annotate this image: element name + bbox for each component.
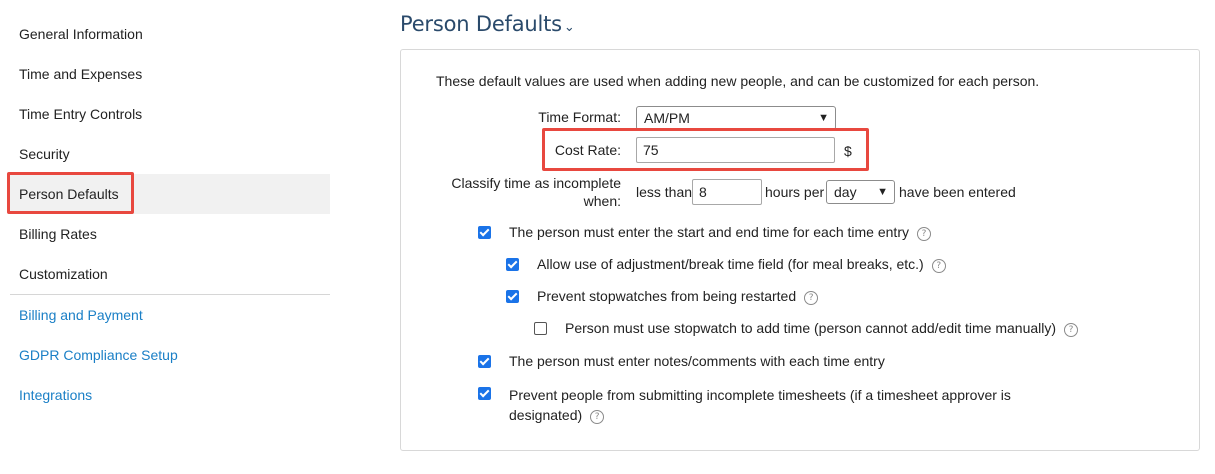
incomplete-suffix: have been entered xyxy=(899,184,1016,200)
intro-text: These default values are used when addin… xyxy=(436,73,1040,89)
incomplete-label-line2: when: xyxy=(583,193,621,209)
checkbox-require-stopwatch[interactable] xyxy=(534,322,547,335)
chevron-down-icon: ▼ xyxy=(877,186,888,198)
sidebar-item-time-entry-controls[interactable]: Time Entry Controls xyxy=(10,94,330,134)
checkbox-allow-break-time[interactable] xyxy=(506,258,519,271)
chevron-down-icon[interactable]: ⌄ xyxy=(564,20,575,35)
period-select[interactable]: day ▼ xyxy=(826,180,895,204)
hours-input[interactable]: 8 xyxy=(692,179,762,205)
sidebar-item-billing-rates[interactable]: Billing Rates xyxy=(10,214,330,254)
page-title-text: Person Defaults xyxy=(400,12,562,36)
sidebar-item-time-and-expenses[interactable]: Time and Expenses xyxy=(10,54,330,94)
checkbox-label-require-notes: The person must enter notes/comments wit… xyxy=(509,353,885,369)
sidebar-link-billing-and-payment[interactable]: Billing and Payment xyxy=(10,295,330,335)
highlight-box-cost-rate xyxy=(542,128,869,171)
help-icon[interactable]: ? xyxy=(916,227,931,241)
sidebar-item-security[interactable]: Security xyxy=(10,134,330,174)
checkbox-prevent-incomplete-submit[interactable] xyxy=(478,387,491,400)
help-icon[interactable]: ? xyxy=(590,410,605,424)
checkbox-label-allow-break-time: Allow use of adjustment/break time field… xyxy=(537,256,946,273)
checkbox-label-require-stopwatch: Person must use stopwatch to add time (p… xyxy=(565,320,1079,337)
checkbox-require-notes[interactable] xyxy=(478,355,491,368)
sidebar-item-customization[interactable]: Customization xyxy=(10,254,330,294)
sidebar-link-gdpr-compliance-setup[interactable]: GDPR Compliance Setup xyxy=(10,335,330,375)
incomplete-prefix: less than xyxy=(636,184,693,200)
settings-sidebar: General Information Time and Expenses Ti… xyxy=(0,0,340,474)
page-title[interactable]: Person Defaults ⌄ xyxy=(400,12,575,36)
checkbox-label-prevent-stopwatch-restart: Prevent stopwatches from being restarted… xyxy=(537,288,819,305)
highlight-box-person-defaults xyxy=(7,172,134,214)
time-format-label: Time Format: xyxy=(538,109,621,125)
checkbox-label-prevent-incomplete-submit: Prevent people from submitting incomplet… xyxy=(509,387,1011,424)
checkbox-label-require-start-end-time: The person must enter the start and end … xyxy=(509,224,931,241)
help-icon[interactable]: ? xyxy=(1064,323,1079,337)
incomplete-label: Classify time as incomplete when: xyxy=(420,174,621,210)
incomplete-label-line1: Classify time as incomplete xyxy=(451,175,621,191)
checkbox-require-start-end-time[interactable] xyxy=(478,226,491,239)
hours-value: 8 xyxy=(699,184,707,200)
sidebar-item-general-information[interactable]: General Information xyxy=(10,14,330,54)
time-format-value: AM/PM xyxy=(644,110,690,126)
time-format-select[interactable]: AM/PM ▼ xyxy=(636,106,836,130)
period-value: day xyxy=(834,184,857,200)
incomplete-mid: hours per xyxy=(765,184,825,200)
help-icon[interactable]: ? xyxy=(931,259,946,273)
checkbox-prevent-stopwatch-restart[interactable] xyxy=(506,290,519,303)
chevron-down-icon: ▼ xyxy=(818,112,829,124)
help-icon[interactable]: ? xyxy=(804,291,819,305)
sidebar-link-integrations[interactable]: Integrations xyxy=(10,375,330,415)
